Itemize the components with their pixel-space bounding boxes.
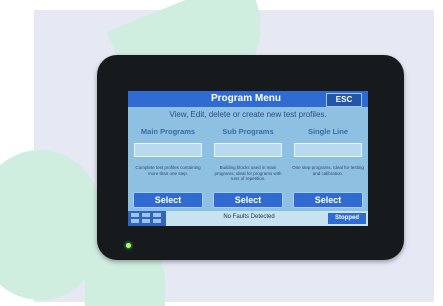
- status-bar: No Faults Detected Stopped: [128, 211, 368, 226]
- single-line-select-button[interactable]: Select: [293, 192, 363, 208]
- single-line-heading: Single Line: [307, 127, 348, 136]
- main-programs-description: Complete test profiles containing more t…: [135, 165, 201, 176]
- main-programs-select-button[interactable]: Select: [133, 192, 203, 208]
- power-led-icon: [126, 243, 131, 248]
- sub-programs-field[interactable]: [214, 143, 282, 157]
- title-bar: Program Menu ESC: [128, 91, 368, 107]
- sub-programs-select-button[interactable]: Select: [213, 192, 283, 208]
- logo-icon: [128, 211, 166, 226]
- status-message: No Faults Detected: [223, 214, 275, 220]
- program-menu-screen: Program Menu ESC View, Edit, delete or c…: [128, 91, 368, 226]
- touchscreen-device: Program Menu ESC View, Edit, delete or c…: [97, 55, 404, 260]
- run-state-badge[interactable]: Stopped: [328, 213, 366, 224]
- single-line-description: One step programs. Ideal for testing and…: [292, 165, 364, 176]
- page-title: Program Menu: [210, 93, 281, 104]
- sub-programs-heading: Sub Programs: [222, 127, 274, 136]
- esc-button[interactable]: ESC: [326, 93, 362, 107]
- main-programs-heading: Main Programs: [140, 127, 196, 136]
- main-programs-field[interactable]: [134, 143, 202, 157]
- subtitle: View, Edit, delete or create new test pr…: [169, 110, 327, 119]
- sub-programs-description: Building blocks used in main programs; i…: [214, 165, 282, 181]
- single-line-field[interactable]: [294, 143, 362, 157]
